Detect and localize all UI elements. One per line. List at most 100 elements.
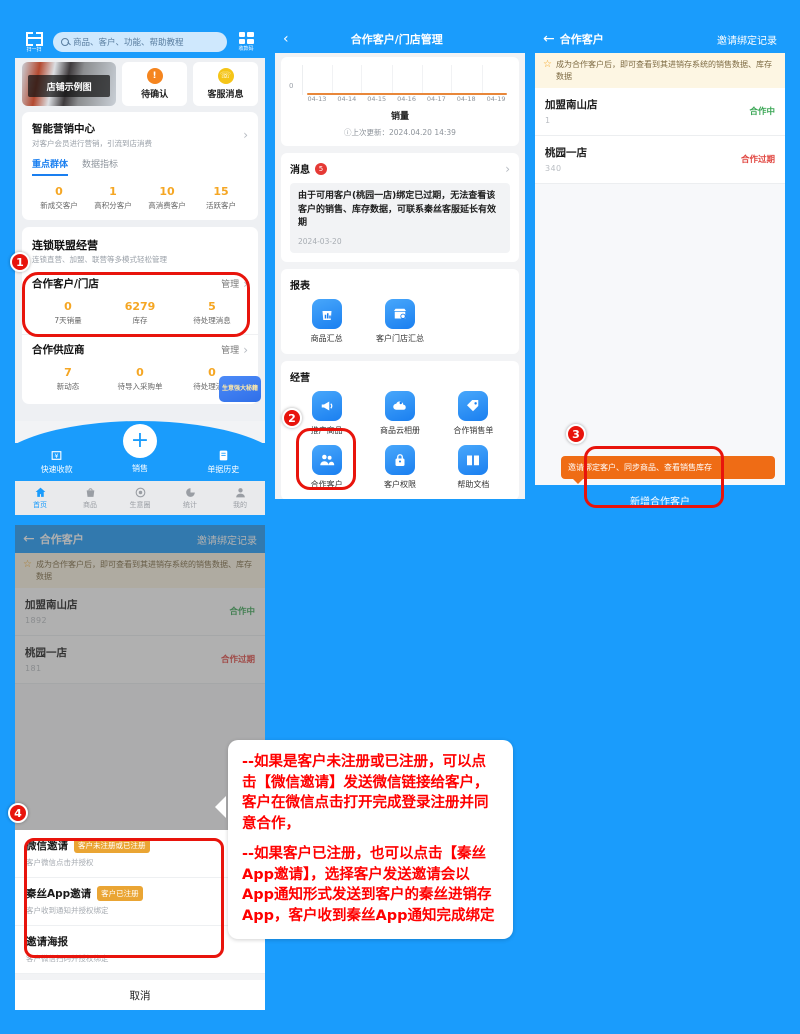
block-title: 合作客户/门店 (32, 278, 99, 290)
stat-value: 15 (213, 185, 229, 198)
tabbar-item-goods[interactable]: 商品 (65, 481, 115, 515)
stat-item[interactable]: 0 新成交客户 (32, 185, 86, 211)
report-grid: 商品汇总 客户门店汇总 (290, 298, 510, 344)
bag-chart-icon (311, 298, 342, 329)
grid-item-help-doc[interactable]: 帮助文档 (437, 444, 510, 490)
qr-code-button[interactable]: 收款码 (233, 31, 259, 52)
grid-item-goods-summary[interactable]: 商品汇总 (290, 298, 363, 344)
tabbar-item-stats[interactable]: 统计 (165, 481, 215, 515)
chevron-right-icon[interactable]: › (243, 344, 248, 356)
x-tick: 04-14 (337, 95, 357, 103)
stat-label: 库存 (132, 316, 148, 325)
quick-sale-button[interactable]: + 销售 (98, 424, 181, 481)
tabbar-item-circle[interactable]: 生意圈 (115, 481, 165, 515)
stat-item[interactable]: 0 待导入采购单 (104, 366, 176, 392)
add-partner-customer-button[interactable]: 新增合作客户 (535, 485, 785, 515)
clock-icon: ! (146, 68, 163, 84)
x-tick: 04-15 (367, 95, 387, 103)
report-title: 报表 (290, 280, 310, 292)
cancel-button[interactable]: 取消 (15, 980, 265, 1010)
store-clock-icon (384, 298, 415, 329)
sheet-item-header: 微信邀请 客户未注册或已注册 (26, 838, 254, 853)
tabbar-item-mine[interactable]: 我的 (215, 481, 265, 515)
sheet-item-poster-invite[interactable]: 邀请海报 客户微信扫码并授权绑定 (15, 926, 265, 974)
lock-icon (384, 444, 415, 475)
plus-icon[interactable]: + (123, 424, 157, 458)
quick-cash-button[interactable]: ¥ 快速收款 (15, 443, 98, 481)
stat-value: 5 (208, 300, 216, 313)
shop-banner[interactable]: 店铺示例图 (22, 62, 117, 106)
client-name: 加盟南山店 (545, 99, 598, 112)
client-row[interactable]: 桃园一店 340 合作过期 (535, 136, 785, 185)
bag-icon (86, 488, 94, 497)
bottom-area: 邀请绑定客户、同步商品、查看销售库存 新增合作客户 (535, 456, 785, 515)
operate-title: 经营 (290, 372, 310, 384)
home-icon (35, 487, 45, 497)
scan-button[interactable]: 扫一扫 (21, 31, 47, 53)
message-body[interactable]: 由于可用客户(桃园一店)绑定已过期，无法查看该客户的销售、库存数据，可联系秦丝客… (290, 183, 510, 253)
tile-service-message[interactable]: ☏ 客服消息 (193, 62, 258, 106)
tabbar-label: 商品 (83, 501, 97, 509)
marketing-title: 智能营销中心 (32, 123, 95, 135)
page-title: 合作客户/门店管理 (350, 33, 443, 46)
message-card[interactable]: 消息 5 › 由于可用客户(桃园一店)绑定已过期，无法查看该客户的销售、库存数据… (281, 153, 519, 262)
back-button[interactable]: ← (543, 32, 555, 46)
chevron-right-icon[interactable]: › (243, 278, 248, 290)
message-badge: 5 (315, 162, 327, 175)
invite-record-link[interactable]: 邀请绑定记录 (717, 32, 777, 47)
tabbar-label: 我的 (233, 501, 247, 509)
stat-item[interactable]: 6279 库存 (104, 300, 176, 326)
promo-badge[interactable]: 生意强大秘籍 (219, 376, 261, 402)
tab-data-metrics[interactable]: 数据指标 (82, 157, 118, 176)
grid-label: 帮助文档 (457, 479, 490, 489)
grid-item-store-summary[interactable]: 客户门店汇总 (363, 298, 436, 344)
stat-item[interactable]: 1 高积分客户 (86, 185, 140, 211)
search-input[interactable]: 商品、客户、功能、帮助教程 (53, 31, 227, 52)
tile-pending-confirm[interactable]: ! 待确认 (122, 62, 188, 106)
grid-label: 合作销售单 (453, 425, 494, 435)
block-title: 合作供应商 (32, 344, 85, 356)
alliance-block-stores[interactable]: 合作客户/门店 管理 › 0 7天销量 6279 库存 5 待处理消息 (22, 269, 258, 334)
manage-link[interactable]: 管理 (221, 343, 239, 356)
stat-item[interactable]: 5 待处理消息 (176, 300, 248, 326)
grid-item-cloud-album[interactable]: 商品云相册 (363, 390, 436, 436)
stat-value: 6279 (124, 300, 156, 313)
callout-annotation: --如果是客户未注册或已注册，可以点击【微信邀请】发送微信链接给客户，客户在微信… (215, 740, 513, 939)
manage-link[interactable]: 管理 (221, 277, 239, 290)
tabbar-label: 统计 (183, 501, 197, 509)
marketing-card[interactable]: 智能营销中心 对客户会员进行营销，引流到店消费 › 重点群体 数据指标 0 新成交… (22, 112, 258, 220)
client-row[interactable]: 加盟南山店 1 合作中 (535, 88, 785, 137)
qr-icon (238, 31, 254, 44)
sheet-item-header: 邀请海报 (26, 934, 254, 949)
quick-history-button[interactable]: 单据历史 (182, 443, 265, 481)
stat-label: 待处理消息 (193, 316, 231, 325)
chart-title: 销量 (390, 112, 409, 122)
marketing-tabs: 重点群体 数据指标 (32, 157, 248, 176)
chevron-right-icon[interactable]: › (243, 129, 248, 141)
stat-label: 高积分客户 (94, 201, 132, 210)
sheet-item-title: 秦丝App邀请 (26, 888, 92, 900)
client-phone: 1 (545, 116, 551, 126)
alliance-title: 连锁联盟经营 (32, 239, 98, 252)
grid-item-customer-permission[interactable]: 客户权限 (363, 444, 436, 490)
marketing-subtitle: 对客户会员进行营销，引流到店消费 (32, 139, 152, 148)
step-marker-3: 3 (566, 424, 586, 444)
stat-item[interactable]: 0 7天销量 (32, 300, 104, 326)
stat-item[interactable]: 7 新动态 (32, 366, 104, 392)
tabbar-item-home[interactable]: 首页 (15, 481, 65, 515)
stat-item[interactable]: 15 活跃客户 (194, 185, 248, 211)
stat-item[interactable]: 10 高消费客户 (140, 185, 194, 211)
panel-home-screen: 扫一扫 商品、客户、功能、帮助教程 收款码 店铺示例图 ! 待确认 ☏ 客服消息 (15, 25, 265, 515)
stat-label: 活跃客户 (206, 201, 236, 210)
block-header: 合作客户/门店 管理 › (32, 276, 248, 291)
tab-key-groups[interactable]: 重点群体 (32, 157, 69, 176)
chevron-right-icon[interactable]: › (505, 163, 510, 175)
tabbar-label: 生意圈 (129, 501, 151, 509)
grid-item-sales-order[interactable]: 合作销售单 (437, 390, 510, 436)
stat-value: 10 (159, 185, 175, 198)
step-marker-2: 2 (282, 408, 302, 428)
stat-label: 7天销量 (54, 316, 82, 325)
sheet-item-desc: 客户微信扫码并授权绑定 (26, 954, 109, 963)
quick-action-bar: ¥ 快速收款 + 销售 单据历史 (15, 424, 265, 481)
grid-item-partner-customer[interactable]: 合作客户 (290, 444, 363, 490)
